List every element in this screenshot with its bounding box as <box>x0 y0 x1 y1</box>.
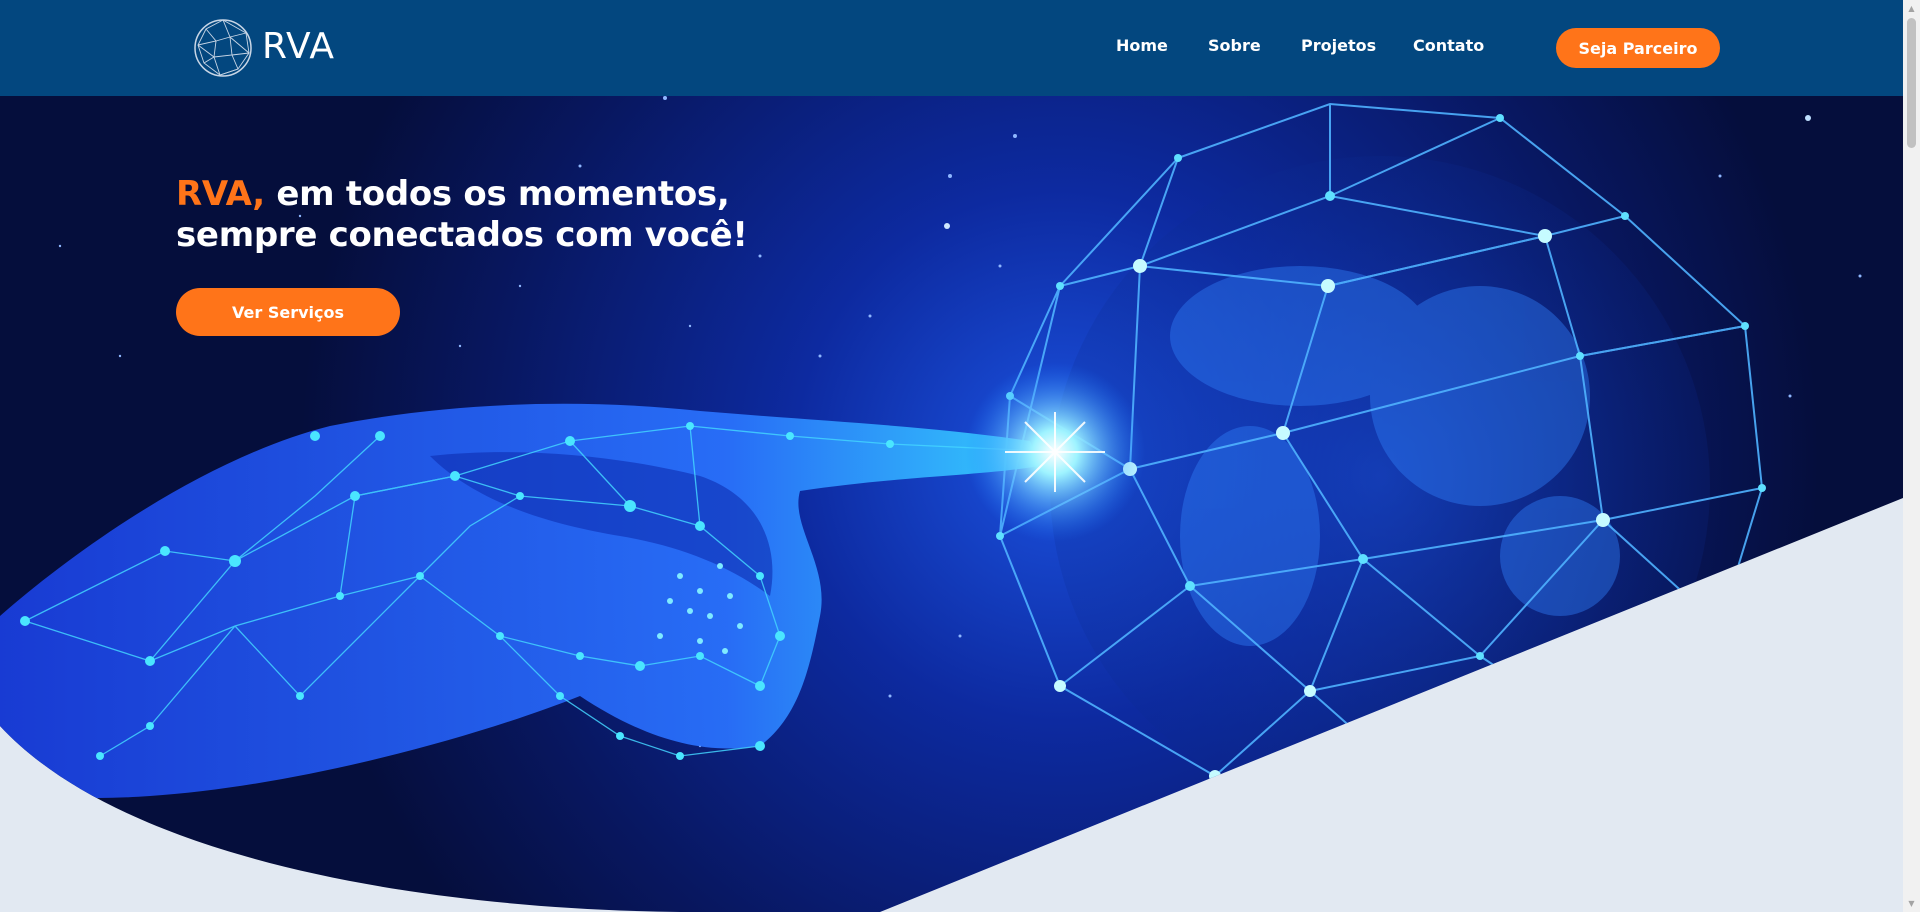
chevron-down-icon[interactable]: ▼ <box>1903 895 1920 912</box>
nav-home[interactable]: Home <box>1116 36 1168 55</box>
logo[interactable]: RVA <box>192 17 342 79</box>
nav-projetos[interactable]: Projetos <box>1301 36 1376 55</box>
globe-logo-icon <box>194 19 252 77</box>
hero-headline: RVA, em todos os momentos, sempre conect… <box>176 174 876 256</box>
partner-button[interactable]: Seja Parceiro <box>1556 28 1720 68</box>
chevron-up-icon[interactable]: ▲ <box>1903 0 1920 17</box>
nav-sobre[interactable]: Sobre <box>1208 36 1261 55</box>
page-scrollbar[interactable]: ▲ ▼ <box>1903 0 1920 912</box>
scroll-thumb[interactable] <box>1907 18 1916 148</box>
services-button[interactable]: Ver Serviços <box>176 288 400 336</box>
logo-text: RVA <box>262 26 335 67</box>
site-header: RVA Home Sobre Projetos Contato Seja Par… <box>0 0 1903 96</box>
hero-section: RVA, em todos os momentos, sempre conect… <box>0 96 1903 912</box>
headline-brand: RVA, <box>176 174 265 214</box>
nav-contato[interactable]: Contato <box>1413 36 1484 55</box>
